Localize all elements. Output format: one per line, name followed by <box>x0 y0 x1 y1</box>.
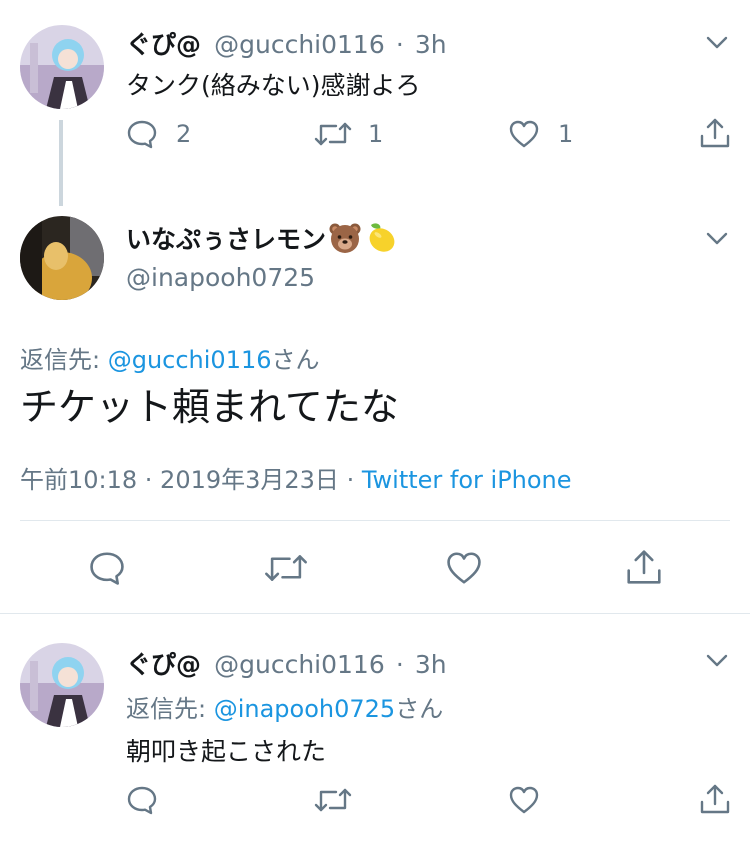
tweet1-header: ぐぴ@ @gucchi0116 · 3h <box>126 25 447 61</box>
main-author-name-row: いなぷぅさレモン <box>126 220 398 256</box>
tweet3-reply-to: 返信先: @inapooh0725さん <box>126 689 443 724</box>
avatar-gucchi-reply[interactable] <box>20 643 104 727</box>
tweet1-retweet-icon[interactable] <box>314 118 352 150</box>
tweet1-share-icon[interactable] <box>698 116 732 150</box>
tweet3-header: ぐぴ@ @gucchi0116 · 3h <box>126 645 447 681</box>
main-chevron-down-icon[interactable] <box>706 232 728 246</box>
main-share-icon[interactable] <box>624 547 664 587</box>
tweet3-share-icon[interactable] <box>698 782 732 816</box>
main-retweet-icon[interactable] <box>264 549 308 587</box>
tweet3-reply-to-handle[interactable]: @inapooh0725 <box>214 695 395 723</box>
bear-face-emoji-icon <box>329 223 361 253</box>
tweet1-author-handle[interactable]: @gucchi0116 <box>214 30 385 59</box>
tweet3-text: 朝叩き起こされた <box>126 737 327 766</box>
main-reply-icon[interactable] <box>88 549 126 587</box>
main-author-handle[interactable]: @inapooh0725 <box>126 263 315 292</box>
avatar-gucchi[interactable] <box>20 25 104 109</box>
main-reply-to: 返信先: @gucchi0116さん <box>20 340 320 375</box>
thread-connector-line <box>59 120 63 206</box>
tweet1-like-count: 1 <box>558 120 574 148</box>
main-source-link[interactable]: Twitter for iPhone <box>362 466 572 494</box>
tweet1-author-name[interactable]: ぐぴ@ <box>126 30 201 59</box>
main-reply-to-label: 返信先: <box>20 346 108 374</box>
tweet3-timestamp[interactable]: 3h <box>415 650 447 679</box>
main-meta: 午前10:18 · 2019年3月23日 · Twitter for iPhon… <box>20 460 572 495</box>
tweet3-author-name[interactable]: ぐぴ@ <box>126 650 201 679</box>
tweet1-like-heart-icon[interactable] <box>508 118 540 150</box>
main-reply-to-handle[interactable]: @gucchi0116 <box>108 346 272 374</box>
tweet1-text: タンク(絡みない)感謝よろ <box>126 71 421 100</box>
tweet3-chevron-down-icon[interactable] <box>706 654 728 668</box>
tweet3-reply-to-label: 返信先: <box>126 695 214 723</box>
tweet1-reply-count: 2 <box>176 120 192 148</box>
main-tweet-bottom-divider <box>0 613 750 614</box>
main-timestamp[interactable]: 午前10:18 · 2019年3月23日 · <box>20 466 362 494</box>
tweet3-like-heart-icon[interactable] <box>508 784 540 816</box>
tweet1-separator: · <box>395 30 404 59</box>
main-like-heart-icon[interactable] <box>445 549 483 587</box>
main-tweet-text: チケット頼まれてたな <box>20 385 399 429</box>
main-author-name[interactable]: いなぷぅさレモン <box>126 220 326 256</box>
tweet1-timestamp[interactable]: 3h <box>415 30 447 59</box>
tweet3-reply-to-suffix: さん <box>395 695 444 723</box>
avatar-inapooh[interactable] <box>20 216 104 300</box>
tweet3-reply-icon[interactable] <box>126 784 158 816</box>
tweet3-retweet-icon[interactable] <box>314 784 352 816</box>
tweet1-reply-icon[interactable] <box>126 118 158 150</box>
tweet3-author-handle[interactable]: @gucchi0116 <box>214 650 385 679</box>
tweet3-separator: · <box>395 650 404 679</box>
tweet1-retweet-count: 1 <box>368 120 384 148</box>
lemon-emoji-icon <box>369 223 395 252</box>
main-reply-to-suffix: さん <box>271 346 320 374</box>
main-meta-divider <box>20 520 730 521</box>
tweet1-chevron-down-icon[interactable] <box>706 36 728 50</box>
